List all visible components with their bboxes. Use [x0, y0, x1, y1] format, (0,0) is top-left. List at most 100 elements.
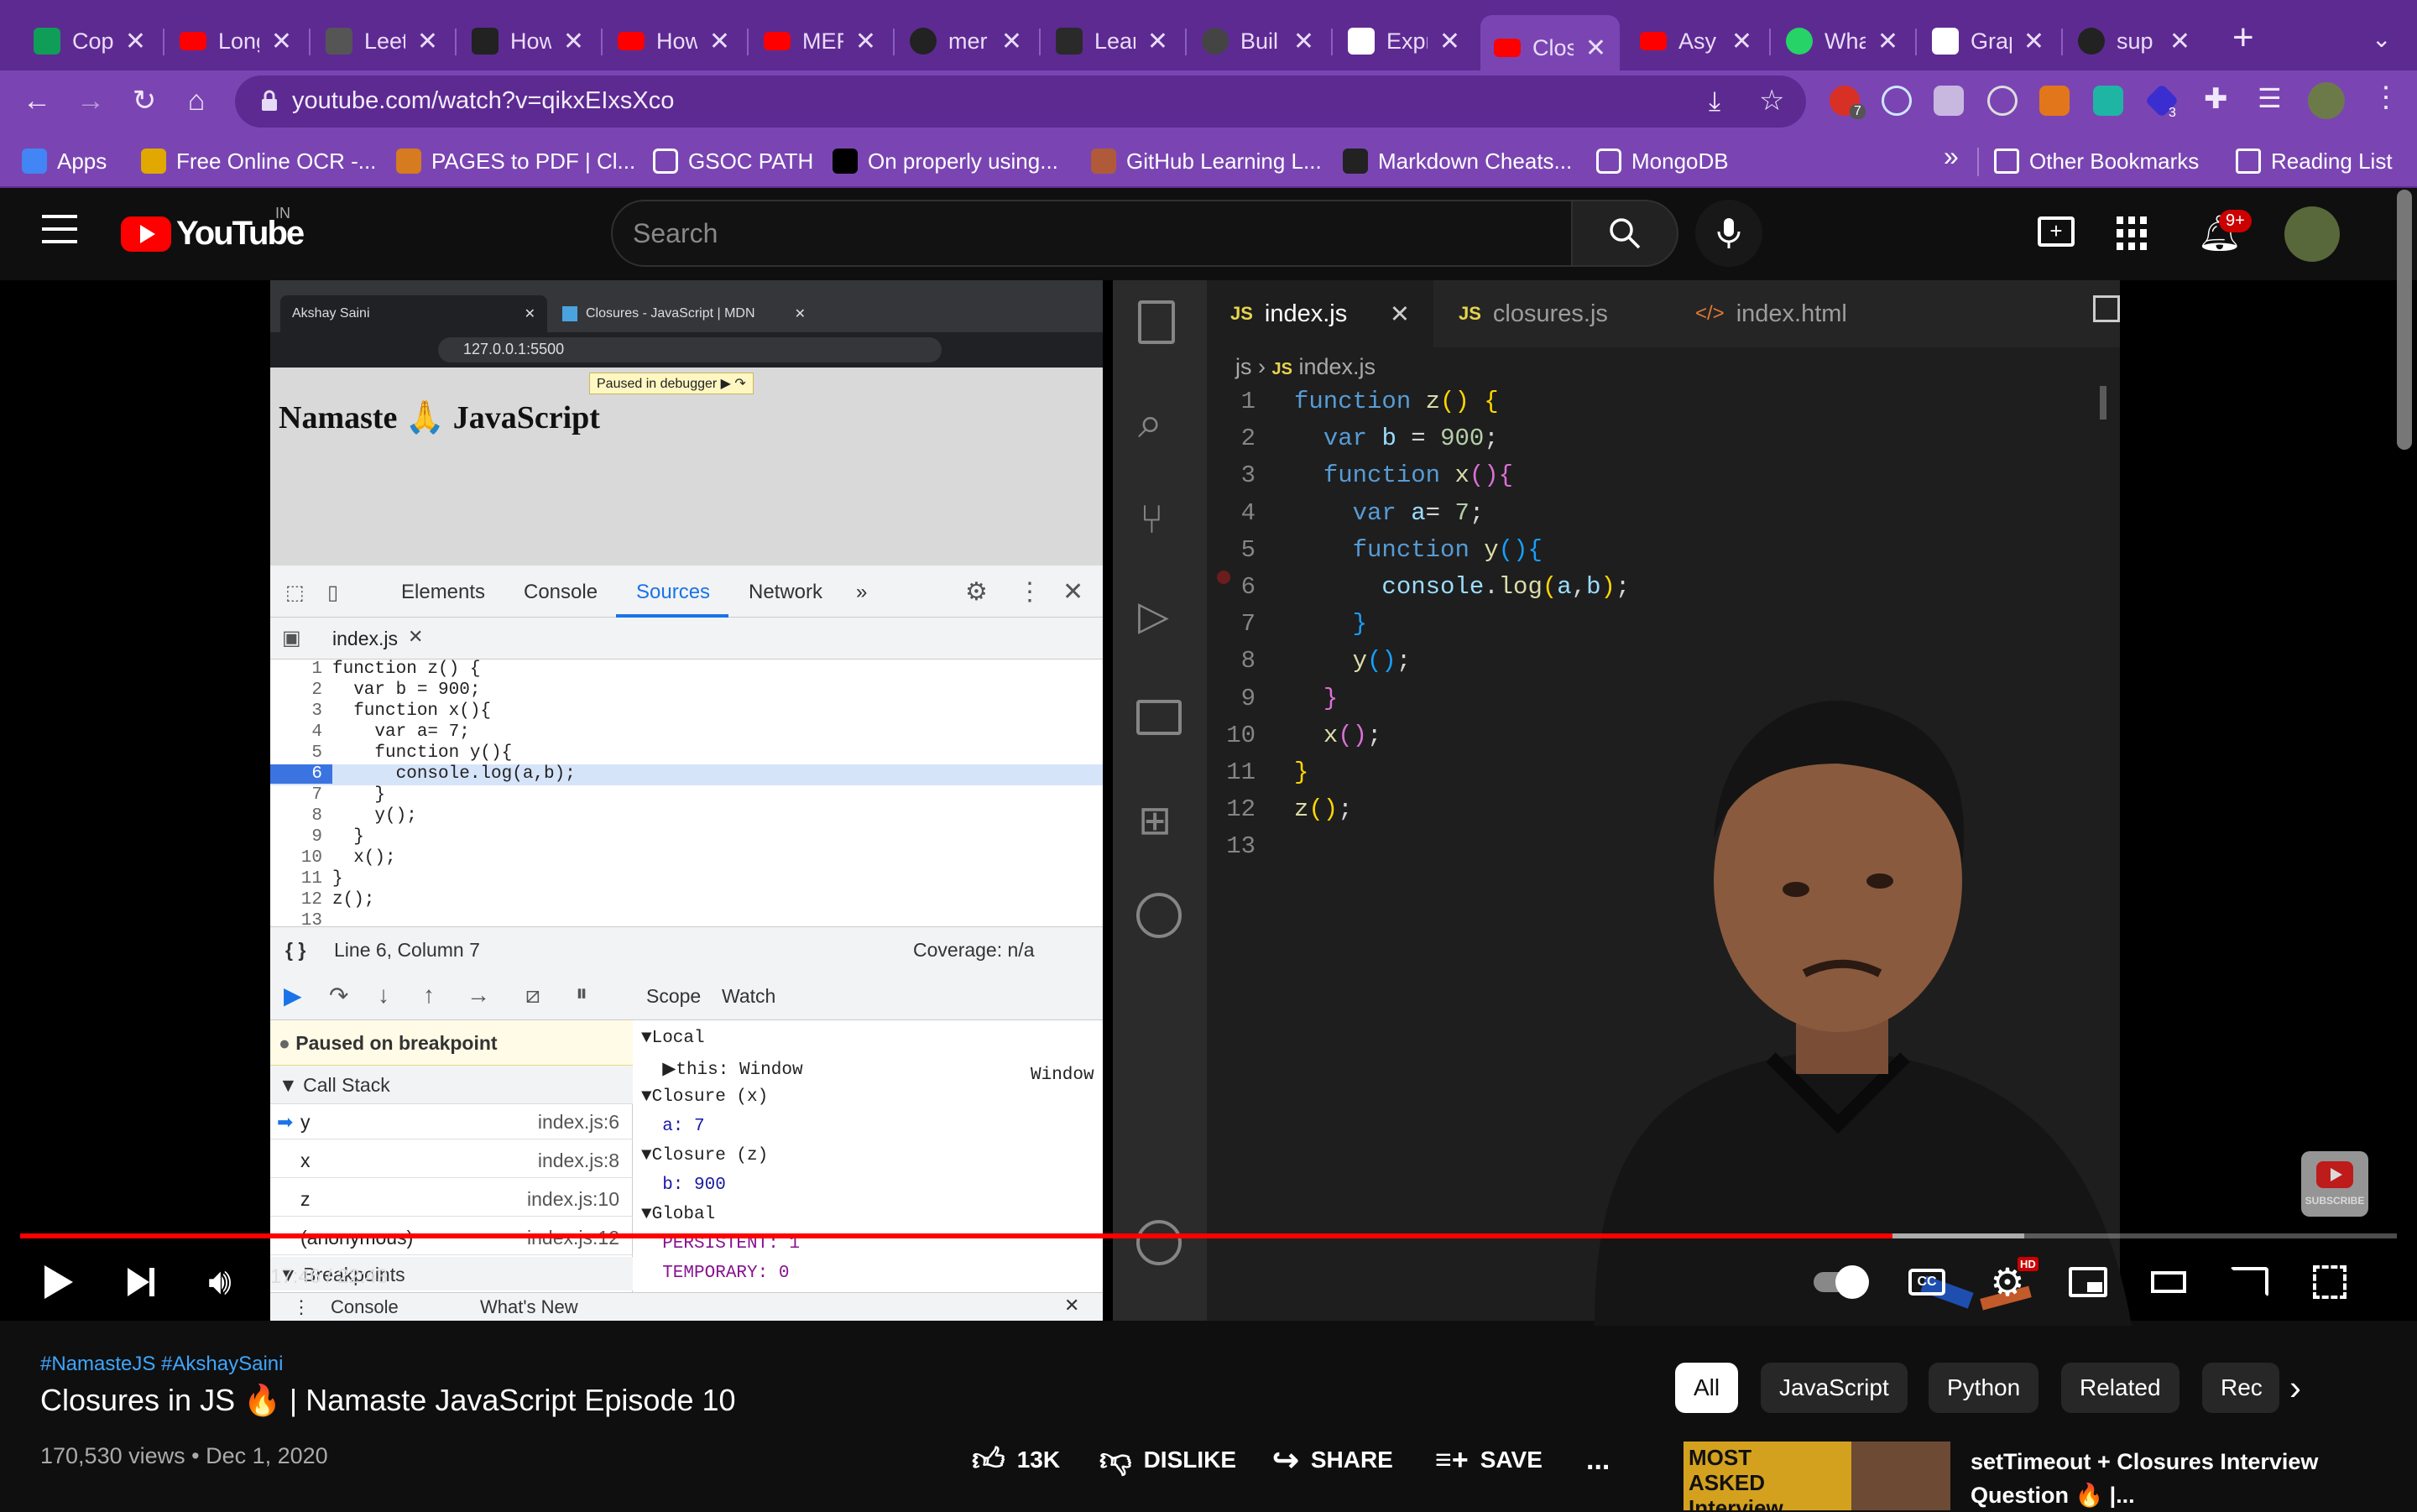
- reading-mode-icon[interactable]: ☰: [2258, 82, 2282, 114]
- close-tab-icon[interactable]: ✕: [1439, 27, 1460, 56]
- next-button[interactable]: [114, 1255, 168, 1309]
- browser-tab[interactable]: MER ✕: [750, 15, 890, 67]
- close-tab-icon[interactable]: ✕: [1147, 27, 1168, 56]
- close-tab-icon[interactable]: ✕: [1877, 27, 1898, 56]
- video-hashtags[interactable]: #NamasteJS #AkshaySaini: [40, 1353, 283, 1376]
- chrome-menu-icon[interactable]: ⋮: [2372, 81, 2400, 114]
- fullscreen-button[interactable]: [2303, 1255, 2357, 1309]
- browser-tab[interactable]: Expr ✕: [1334, 15, 1474, 67]
- extension-icon[interactable]: [2093, 86, 2123, 116]
- close-tab-icon[interactable]: ✕: [1585, 34, 1606, 63]
- filter-chip[interactable]: Python: [1929, 1363, 2039, 1413]
- react-devtools-icon[interactable]: [1882, 86, 1912, 116]
- filter-chip[interactable]: Related: [2061, 1363, 2179, 1413]
- bookmark-item[interactable]: PAGES to PDF | Cl...: [396, 144, 635, 178]
- profile-avatar[interactable]: [2308, 82, 2345, 119]
- new-tab-button[interactable]: +: [2232, 17, 2254, 59]
- close-tab-icon[interactable]: ✕: [855, 27, 876, 56]
- close-tab-icon[interactable]: ✕: [709, 27, 730, 56]
- step-into-icon: ↓: [378, 982, 389, 1008]
- search-button[interactable]: [1573, 200, 1678, 267]
- bookmark-item[interactable]: On properly using...: [833, 144, 1058, 178]
- recommended-title[interactable]: setTimeout + Closures Interview Question…: [1971, 1445, 2390, 1512]
- inner-url-text: 127.0.0.1:5500: [463, 341, 565, 357]
- bookmark-item[interactable]: GitHub Learning L...: [1091, 144, 1322, 178]
- close-tab-icon[interactable]: ✕: [125, 27, 146, 56]
- other-bookmarks[interactable]: Other Bookmarks: [1994, 144, 2199, 178]
- hamburger-menu-icon[interactable]: [42, 215, 77, 243]
- tab-separator: [2061, 29, 2063, 55]
- install-icon[interactable]: ⤓: [1709, 86, 1720, 117]
- cast-button[interactable]: [2222, 1255, 2276, 1309]
- address-bar[interactable]: youtube.com/watch?v=qikxEIxsXco ⤓ ☆: [235, 76, 1806, 128]
- bookmark-item[interactable]: MongoDB: [1596, 144, 1729, 178]
- close-tab-icon[interactable]: ✕: [1731, 27, 1752, 56]
- bookmark-star-icon[interactable]: ☆: [1759, 84, 1784, 117]
- close-tab-icon[interactable]: ✕: [1001, 27, 1022, 56]
- browser-tab[interactable]: Cop ✕: [20, 15, 159, 67]
- back-icon[interactable]: ←: [17, 81, 57, 121]
- search-input[interactable]: Search: [611, 200, 1573, 267]
- close-tab-icon[interactable]: ✕: [2169, 27, 2190, 56]
- bookmark-item[interactable]: Apps: [22, 144, 107, 178]
- filter-chip[interactable]: JavaScript: [1761, 1363, 1908, 1413]
- more-actions-button[interactable]: ...: [1586, 1442, 1610, 1478]
- close-tab-icon[interactable]: ✕: [417, 27, 438, 56]
- share-button[interactable]: ↪ SHARE: [1272, 1442, 1393, 1478]
- captions-button[interactable]: CC: [1900, 1255, 1954, 1309]
- subscribe-watermark[interactable]: SUBSCRIBE: [2301, 1151, 2368, 1217]
- github-learning-icon: [1091, 149, 1116, 174]
- voice-search-button[interactable]: [1695, 200, 1762, 267]
- bookmarks-overflow-icon[interactable]: »: [1944, 141, 1959, 172]
- extensions-puzzle-icon[interactable]: ✚: [2204, 82, 2228, 116]
- theater-mode-button[interactable]: [2142, 1255, 2195, 1309]
- browser-tab[interactable]: Buil ✕: [1188, 15, 1328, 67]
- vscode-tab-label: closures.js: [1492, 300, 1608, 327]
- devtools-close-icon: ✕: [1062, 578, 1084, 606]
- browser-tab[interactable]: mer ✕: [896, 15, 1036, 67]
- bookmark-item[interactable]: GSOC PATH: [653, 144, 813, 178]
- browser-tab[interactable]: Long ✕: [166, 15, 305, 67]
- recommended-thumbnail[interactable]: MOST ASKED Interview: [1684, 1442, 1950, 1510]
- filter-chip[interactable]: All: [1675, 1363, 1739, 1413]
- extension-icon[interactable]: [1987, 86, 2018, 116]
- sheets-icon: [34, 28, 60, 55]
- bookmark-item[interactable]: Markdown Cheats...: [1343, 144, 1572, 178]
- browser-tab[interactable]: sup ✕: [2065, 15, 2204, 67]
- save-button[interactable]: ≡+ SAVE: [1435, 1442, 1543, 1478]
- close-tab-icon[interactable]: ✕: [2023, 27, 2044, 56]
- close-tab-icon[interactable]: ✕: [271, 27, 292, 56]
- bookmark-item[interactable]: Free Online OCR -...: [141, 144, 376, 178]
- browser-tab[interactable]: How ✕: [458, 15, 598, 67]
- close-tab-icon[interactable]: ✕: [563, 27, 584, 56]
- extension-icon[interactable]: [1934, 86, 1964, 116]
- close-tab-icon[interactable]: ✕: [1293, 27, 1314, 56]
- chips-next-icon[interactable]: ›: [2289, 1368, 2301, 1408]
- like-button[interactable]: 👍︎ 13K: [972, 1442, 1060, 1478]
- save-playlist-icon: ≡+: [1435, 1443, 1469, 1476]
- account-avatar[interactable]: [2284, 206, 2340, 262]
- play-button[interactable]: [32, 1255, 86, 1309]
- dislike-button[interactable]: 👎︎ DISLIKE: [1099, 1442, 1236, 1478]
- autoplay-toggle[interactable]: [1811, 1255, 1870, 1309]
- browser-tab[interactable]: Lear ✕: [1042, 15, 1182, 67]
- browser-tab[interactable]: Leet ✕: [312, 15, 452, 67]
- browser-tab[interactable]: How ✕: [604, 15, 744, 67]
- reading-list[interactable]: Reading List: [2236, 144, 2393, 178]
- reload-icon[interactable]: ↻: [124, 81, 164, 121]
- create-video-icon[interactable]: +: [2038, 216, 2075, 247]
- browser-tab[interactable]: Wha ✕: [1772, 15, 1912, 67]
- page-scrollbar[interactable]: [2397, 190, 2412, 450]
- miniplayer-button[interactable]: [2061, 1255, 2115, 1309]
- globe-icon: [1202, 28, 1229, 55]
- info-icon: ●: [279, 1032, 290, 1054]
- browser-tab[interactable]: Grap ✕: [1918, 15, 2058, 67]
- browser-tab[interactable]: Asy ✕: [1626, 15, 1766, 67]
- filter-chip[interactable]: Rec: [2202, 1363, 2279, 1413]
- volume-button[interactable]: 🔊︎: [193, 1255, 247, 1309]
- home-icon[interactable]: ⌂: [176, 81, 217, 121]
- apps-grid-icon[interactable]: [2117, 216, 2150, 250]
- forward-icon[interactable]: →: [70, 81, 111, 121]
- metamask-icon[interactable]: [2039, 86, 2070, 116]
- tab-search-icon[interactable]: ⌄: [2372, 25, 2391, 53]
